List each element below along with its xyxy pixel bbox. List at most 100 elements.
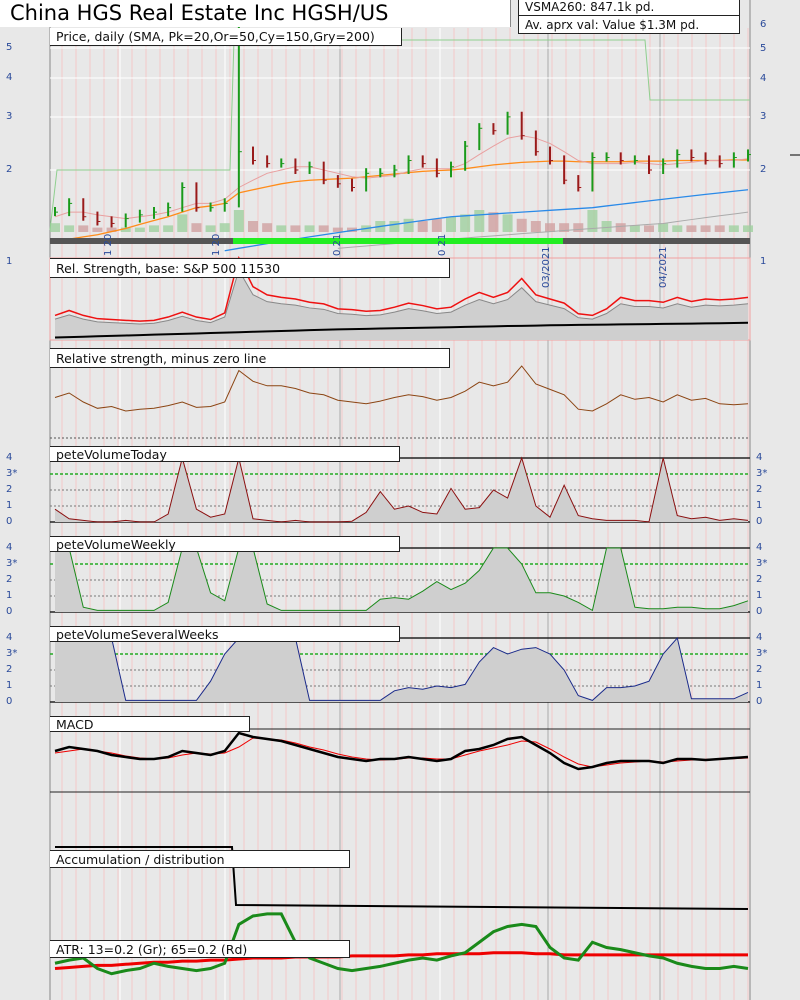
vol-several-panel-title: peteVolumeSeveralWeeks <box>50 626 400 642</box>
volume-axis-left-label: 2 <box>6 574 13 585</box>
volume-bar <box>714 225 725 232</box>
volume-bar <box>601 221 612 232</box>
volume-axis-left-label: 0 <box>6 696 13 707</box>
volume-bar <box>64 225 75 232</box>
volume-axis-left-label: 3* <box>6 558 18 569</box>
volume-axis-right-label: 3* <box>756 558 768 569</box>
volume-bar <box>644 225 654 232</box>
volume-bar <box>276 225 287 232</box>
price-axis-right-label: 4 <box>760 73 767 84</box>
volume-bar <box>304 225 315 232</box>
volume-bar <box>431 218 442 232</box>
volume-bar <box>403 218 414 232</box>
volume-bar <box>290 225 301 232</box>
volume-bar <box>177 214 188 232</box>
avg-value-label: Av. aprx val: Value $1.3M pd. <box>518 16 740 34</box>
rs-zero-panel-title: Relative strength, minus zero line <box>50 348 450 368</box>
volume-bar <box>530 221 541 232</box>
volume-bar <box>743 225 753 232</box>
volume-bar <box>658 223 669 232</box>
volume-bar <box>92 227 103 232</box>
volume-bar <box>502 214 513 232</box>
volume-axis-right-label: 1 <box>756 680 763 691</box>
volume-axis-right-label: 2 <box>756 574 763 585</box>
volume-bar <box>573 223 584 232</box>
price-axis-right-label: 6 <box>760 19 767 30</box>
volume-bar <box>728 225 739 232</box>
volume-bar <box>191 223 202 232</box>
volume-axis-left-label: 2 <box>6 484 13 495</box>
volume-bar <box>332 227 343 232</box>
volume-bar <box>488 212 499 232</box>
volume-bar <box>134 227 145 232</box>
macd-panel-title: MACD <box>50 716 250 732</box>
volume-bar <box>233 210 244 232</box>
atr-panel-title: ATR: 13=0.2 (Gr); 65=0.2 (Rd) <box>50 940 350 958</box>
volume-bar <box>629 225 640 232</box>
highlight-strip <box>233 238 563 244</box>
rs-panel-title: Rel. Strength, base: S&P 500 11530 <box>50 258 450 278</box>
date-label: 1 20 <box>211 233 222 256</box>
date-label: 0 21 <box>437 233 448 256</box>
volume-axis-left-label: 3* <box>6 468 18 479</box>
volume-axis-right-label: 4 <box>756 452 763 463</box>
price-axis-right-label: 2 <box>760 164 767 175</box>
volume-axis-right-label: 3* <box>756 648 768 659</box>
date-label: 1 20 <box>103 233 114 256</box>
volume-axis-left-label: 1 <box>6 590 13 601</box>
date-label: 04/2021 <box>658 246 669 288</box>
volume-axis-left-label: 1 <box>6 500 13 511</box>
volume-axis-left-label: 3* <box>6 648 18 659</box>
volume-bar <box>446 216 456 232</box>
volume-bar <box>163 225 174 232</box>
volume-axis-right-label: 0 <box>756 696 763 707</box>
date-label: 03/2021 <box>541 246 552 288</box>
volume-bar <box>545 223 555 232</box>
volume-axis-left-label: 4 <box>6 452 13 463</box>
price-axis-left-label: 5 <box>6 42 13 53</box>
rs-axis-right-label: 1 <box>760 256 767 267</box>
volume-bar <box>262 223 273 232</box>
price-axis-right-label: 3 <box>760 111 767 122</box>
page-title: China HGS Real Estate Inc HGSH/US <box>0 0 511 27</box>
vsma-label: VSMA260: 847.1k pd. <box>518 0 740 16</box>
volume-axis-right-label: 2 <box>756 664 763 675</box>
volume-bar <box>672 225 683 232</box>
price-axis-right-label: 5 <box>760 43 767 54</box>
volume-bar <box>50 223 60 232</box>
volume-axis-right-label: 3* <box>756 468 768 479</box>
volume-axis-left-label: 4 <box>6 632 13 643</box>
volume-axis-right-label: 0 <box>756 516 763 527</box>
volume-bar <box>686 225 697 232</box>
volume-bar <box>205 225 216 232</box>
rs-axis-left-label: 1 <box>6 256 13 267</box>
volume-bar <box>474 210 485 232</box>
price-axis-left-label: 2 <box>6 164 13 175</box>
volume-axis-right-label: 2 <box>756 484 763 495</box>
volume-bar <box>700 225 711 232</box>
volume-axis-right-label: 1 <box>756 590 763 601</box>
volume-axis-right-label: 0 <box>756 606 763 617</box>
volume-bar <box>615 223 626 232</box>
accdist-panel-title: Accumulation / distribution <box>50 850 350 868</box>
volume-bar <box>248 221 258 232</box>
price-axis-left-label: 4 <box>6 72 13 83</box>
volume-axis-left-label: 4 <box>6 542 13 553</box>
volume-bar <box>417 221 428 232</box>
volume-bar <box>318 225 329 232</box>
vol-today-panel-title: peteVolumeToday <box>50 446 400 462</box>
volume-axis-left-label: 0 <box>6 606 13 617</box>
volume-axis-right-label: 1 <box>756 500 763 511</box>
price-panel-title: Price, daily (SMA, Pk=20,Or=50,Cy=150,Gr… <box>50 28 402 46</box>
volume-bar <box>149 225 159 232</box>
volume-axis-right-label: 4 <box>756 632 763 643</box>
date-label: 0 21 <box>332 233 343 256</box>
volume-bar <box>460 214 471 232</box>
volume-bar <box>219 223 230 232</box>
volume-bar <box>516 218 527 232</box>
volume-axis-left-label: 0 <box>6 516 13 527</box>
volume-bar <box>78 225 89 232</box>
volume-bar <box>389 221 400 232</box>
volume-axis-left-label: 1 <box>6 680 13 691</box>
volume-axis-left-label: 2 <box>6 664 13 675</box>
